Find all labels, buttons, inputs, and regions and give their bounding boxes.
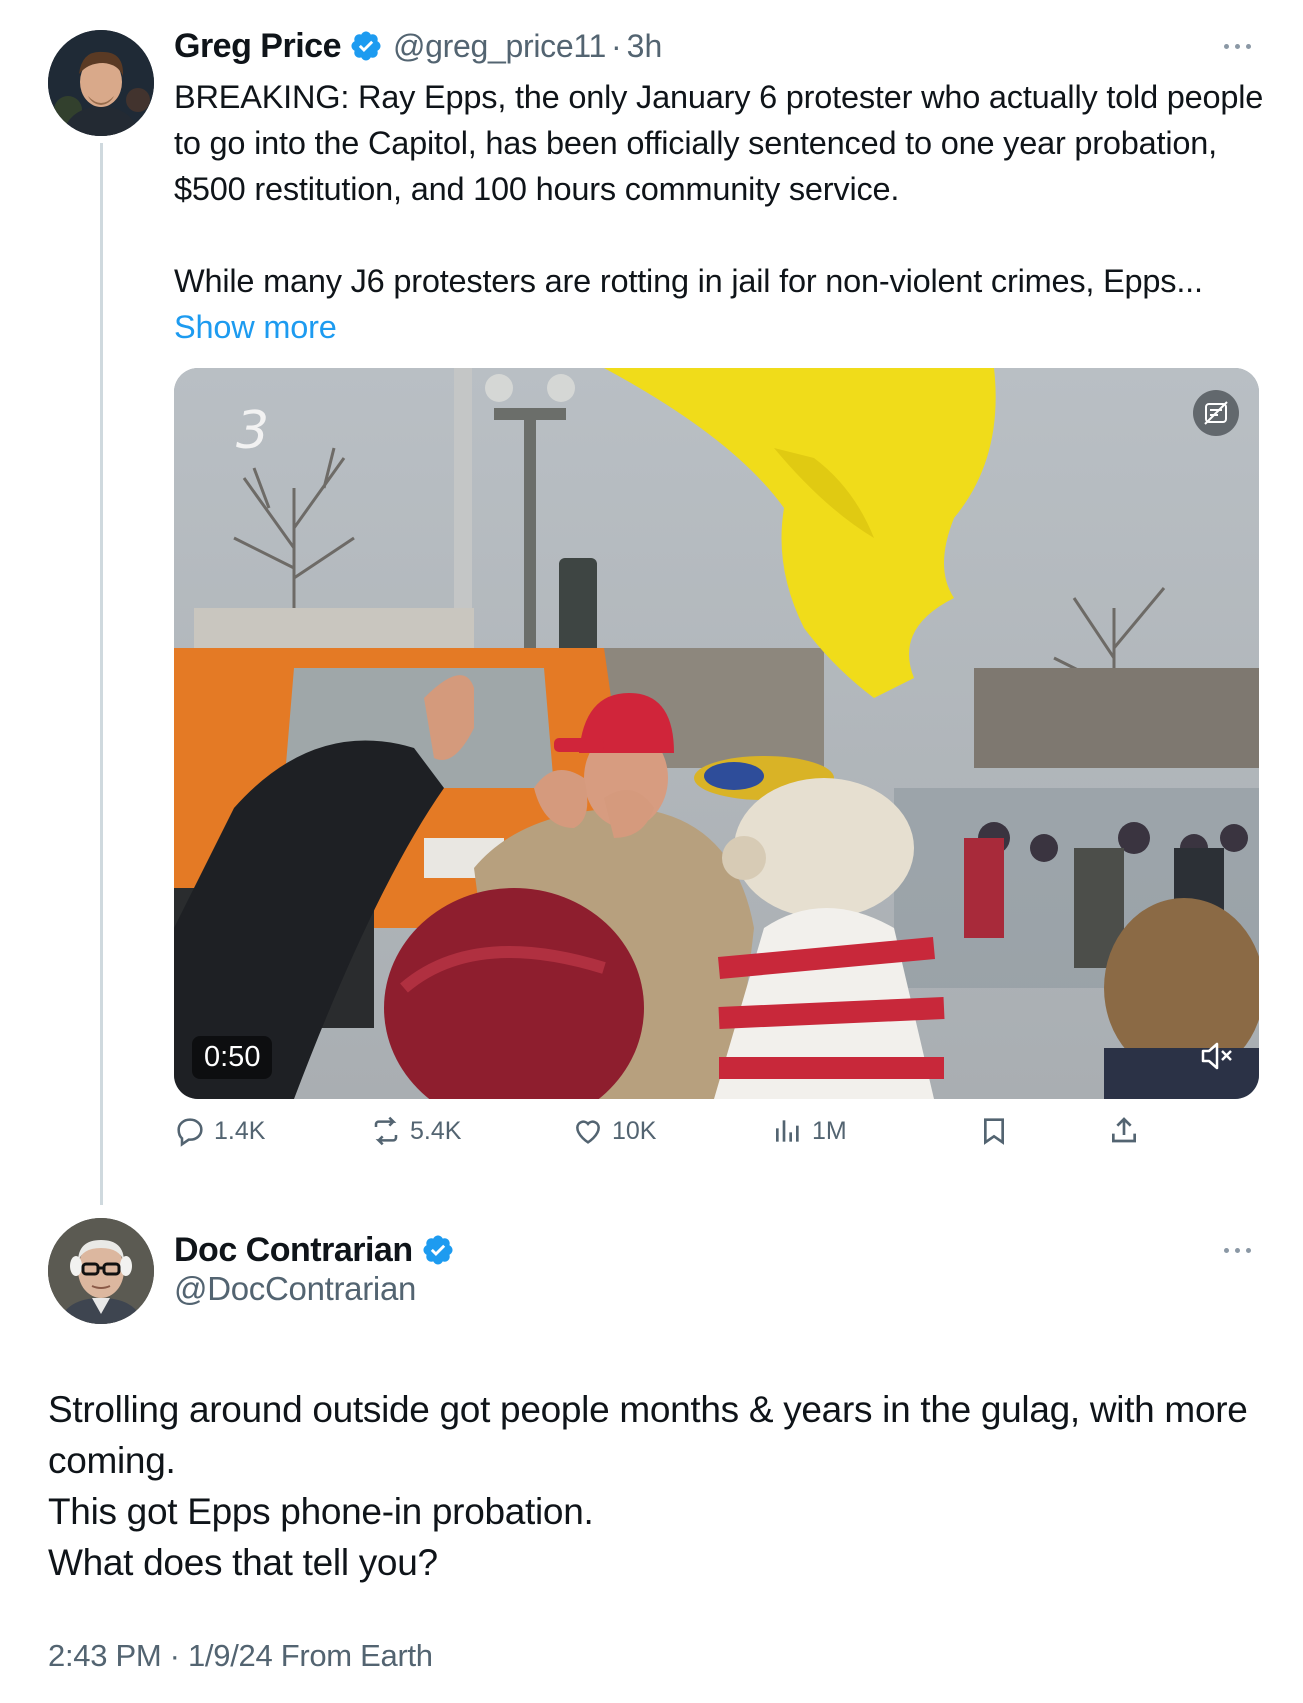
tweet2-line: What does that tell you? <box>48 1542 438 1583</box>
show-more-link[interactable]: Show more <box>174 309 337 345</box>
repost-icon <box>374 1116 398 1146</box>
more-options-icon[interactable] <box>1222 1246 1256 1256</box>
repost-count: 5.4K <box>410 1116 462 1145</box>
author-name[interactable]: Doc Contrarian <box>174 1231 413 1270</box>
tweet2-header: Doc Contrarian <box>174 1228 455 1272</box>
author-handle[interactable]: @DocContrarian <box>174 1270 416 1308</box>
video-overlay-number: 3 <box>236 401 269 461</box>
avatar-greg-price[interactable] <box>48 30 154 136</box>
tweet1-header: Greg Price @greg_price11 · 3h <box>174 24 662 68</box>
share-icon <box>1112 1117 1136 1143</box>
video-frame: 3 <box>174 368 1259 1099</box>
post-time[interactable]: 3h <box>627 28 663 65</box>
bookmark-button[interactable] <box>978 1115 1018 1147</box>
tweet2-line: This got Epps phone-in probation. <box>48 1491 594 1532</box>
verified-badge-icon <box>351 31 381 61</box>
like-button[interactable]: 10K <box>572 1115 656 1147</box>
gif-toggle-icon[interactable] <box>1193 390 1239 436</box>
tweet1-paragraph: BREAKING: Ray Epps, the only January 6 p… <box>174 79 1264 207</box>
tweet1-paragraph-truncated: While many J6 protesters are rotting in … <box>174 258 1264 350</box>
author-handle[interactable]: @greg_price11 <box>393 28 606 65</box>
like-icon <box>576 1120 600 1144</box>
author-name[interactable]: Greg Price <box>174 27 341 66</box>
view-count: 1M <box>812 1116 847 1145</box>
share-button[interactable] <box>1108 1115 1148 1147</box>
avatar-doc-contrarian[interactable] <box>48 1218 154 1324</box>
views-icon <box>776 1120 799 1142</box>
verified-badge-icon <box>423 1235 453 1265</box>
separator-dot: · <box>611 27 622 64</box>
reply-icon <box>177 1118 203 1147</box>
tweet2-line: Strolling around outside got people mont… <box>48 1389 1248 1481</box>
post-timestamp[interactable]: 2:43 PM · 1/9/24 From Earth <box>48 1638 433 1674</box>
like-count: 10K <box>612 1116 657 1145</box>
more-options-icon[interactable] <box>1222 42 1256 52</box>
thread-connector-line <box>100 143 103 1205</box>
tweet2-body: Strolling around outside got people mont… <box>48 1384 1268 1588</box>
mute-icon[interactable] <box>1197 1036 1237 1076</box>
reply-count: 1.4K <box>214 1116 266 1145</box>
repost-button[interactable]: 5.4K <box>370 1115 461 1147</box>
tweet1-body: BREAKING: Ray Epps, the only January 6 p… <box>174 74 1264 350</box>
views-button[interactable]: 1M <box>772 1115 847 1147</box>
bookmark-icon <box>984 1118 1004 1145</box>
video-duration: 0:50 <box>192 1036 273 1079</box>
tweet1-action-bar: 1.4K 5.4K 10K 1M <box>174 1115 1174 1165</box>
video-player[interactable]: 3 0:50 <box>174 368 1259 1099</box>
truncated-text: While many J6 protesters are rotting in … <box>174 263 1203 299</box>
reply-button[interactable]: 1.4K <box>174 1115 265 1147</box>
